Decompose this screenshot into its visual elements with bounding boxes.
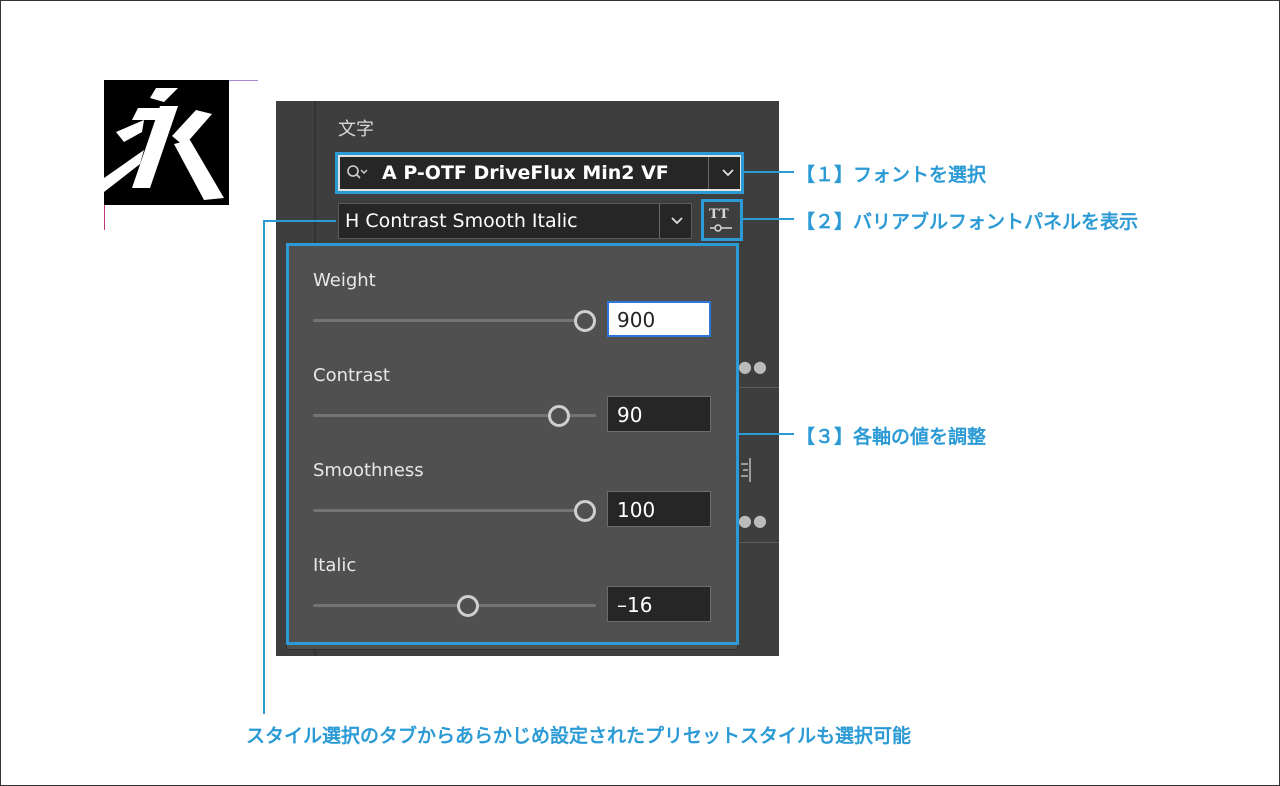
more-options-icon[interactable]: ●● bbox=[738, 357, 768, 376]
leader-line bbox=[744, 171, 794, 173]
align-icon[interactable] bbox=[739, 457, 753, 483]
highlight-axes-popup bbox=[286, 243, 739, 645]
section-divider bbox=[736, 542, 779, 543]
leader-line bbox=[263, 220, 336, 222]
dropdown-divider bbox=[659, 204, 660, 238]
chevron-down-icon[interactable] bbox=[669, 214, 685, 228]
more-options-icon[interactable]: ●● bbox=[738, 511, 768, 530]
font-style-dropdown[interactable]: H Contrast Smooth Italic bbox=[338, 203, 692, 239]
section-divider bbox=[736, 387, 779, 388]
highlight-font-dropdown bbox=[335, 152, 744, 194]
font-style-value: H Contrast Smooth Italic bbox=[345, 210, 578, 232]
glyph-drawing bbox=[104, 88, 224, 200]
leader-line bbox=[739, 433, 794, 435]
highlight-vf-button bbox=[701, 199, 743, 241]
callout-2: 【２】バリアブルフォントパネルを表示 bbox=[796, 211, 1139, 233]
sample-glyph bbox=[104, 80, 229, 205]
leader-line bbox=[743, 218, 794, 220]
callout-footer: スタイル選択のタブからあらかじめ設定されたプリセットスタイルも選択可能 bbox=[246, 725, 912, 747]
callout-1: 【１】フォントを選択 bbox=[796, 164, 987, 186]
leader-line bbox=[263, 220, 265, 714]
callout-3: 【３】各軸の値を調整 bbox=[796, 426, 987, 448]
panel-title: 文字 bbox=[338, 119, 374, 140]
